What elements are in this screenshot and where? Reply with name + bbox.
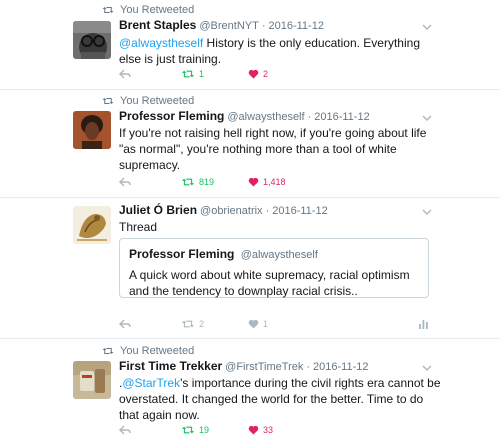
quoted-tweet-text: A quick word about white supremacy, raci… [129,268,410,298]
heart-icon [248,425,259,435]
display-name[interactable]: Brent Staples [119,18,196,32]
tweet-header: Brent Staples @BrentNYT · 2016-11-12 [119,18,324,34]
tweet-first-time-trekker[interactable]: You Retweeted First Time Trekker @FirstT… [0,339,500,437]
user-handle[interactable]: @obrienatrix [200,205,263,217]
chevron-down-icon[interactable] [422,364,432,372]
retweet-label: You Retweeted [120,345,195,357]
chevron-down-icon[interactable] [422,208,432,216]
tweet-text: Thread [119,220,158,234]
separator-dot: · [261,20,266,32]
reply-button[interactable] [119,175,131,189]
tweet-date[interactable]: 2016-11-12 [272,205,327,217]
tweet-header: Professor Fleming @alwaystheself · 2016-… [119,109,370,125]
tweet-date[interactable]: 2016-11-12 [314,111,369,123]
display-name[interactable]: Professor Fleming [119,109,224,123]
retweet-indicator: You Retweeted [102,344,194,358]
quoted-tweet-header: Professor Fleming @alwaystheself [129,247,318,261]
quoted-tweet[interactable]: Professor Fleming @alwaystheself A quick… [119,238,429,298]
avatar[interactable] [73,206,111,244]
retweet-label: You Retweeted [120,95,195,107]
retweet-indicator: You Retweeted [102,3,194,17]
chevron-down-icon[interactable] [422,114,432,122]
retweet-count: 819 [199,177,215,187]
retweet-icon [102,348,114,354]
tweet-actions: 819 1,418 [0,175,500,189]
retweet-label: You Retweeted [120,4,195,16]
retweet-icon [181,320,195,328]
quoted-user-handle: @alwaystheself [240,249,318,261]
display-name[interactable]: First Time Trekker [119,359,222,373]
retweet-icon [181,178,195,186]
avatar[interactable] [73,21,111,59]
tweet-brent-staples[interactable]: You Retweeted Brent Staples @BrentNYT · … [0,0,500,88]
like-button[interactable]: 2 [248,67,268,81]
tweet-actions: 1 2 [0,67,500,81]
like-count: 1 [263,319,269,329]
quoted-display-name: Professor Fleming [129,247,235,261]
user-handle[interactable]: @BrentNYT [199,20,258,32]
tweet-actions: 2 1 [0,317,500,331]
retweet-button[interactable]: 1 [181,67,204,81]
heart-icon [248,177,259,187]
reply-button[interactable] [119,317,131,331]
tweet-date[interactable]: 2016-11-12 [269,20,324,32]
tweet-header: Juliet Ó Brien @obrienatrix · 2016-11-12 [119,203,328,219]
reply-icon [119,177,131,187]
mention-link[interactable]: @StarTrek [122,376,180,390]
tweet-text: .@StarTrek's importance during the civil… [119,375,441,423]
heart-icon [248,319,259,329]
retweet-indicator: You Retweeted [102,94,194,108]
retweet-icon [102,98,114,104]
like-count: 2 [263,69,269,79]
tweet-juliet-obrien[interactable]: Juliet Ó Brien @obrienatrix · 2016-11-12… [0,198,500,338]
user-handle[interactable]: @FirstTimeTrek [225,361,303,373]
reply-button[interactable] [119,67,131,81]
separator-dot: · [306,361,311,373]
like-count: 1,418 [263,177,286,187]
tweet-text: @alwaystheself History is the only educa… [119,35,439,67]
display-name[interactable]: Juliet Ó Brien [119,203,197,217]
reply-button[interactable] [119,423,131,437]
like-button[interactable]: 1,418 [248,175,286,189]
tweet-text: If you're not raising hell right now, if… [119,126,427,172]
retweet-button[interactable]: 19 [181,423,209,437]
separator-dot: · [265,205,270,217]
retweet-button[interactable]: 819 [181,175,214,189]
analytics-button[interactable] [419,317,428,331]
retweet-icon [181,70,195,78]
retweet-count: 1 [199,69,205,79]
reply-icon [119,69,131,79]
avatar[interactable] [73,361,111,399]
like-count: 33 [263,425,274,435]
mention-link[interactable]: @alwaystheself [119,36,203,50]
tweet-actions: 19 33 [0,423,500,437]
tweet-header: First Time Trekker @FirstTimeTrek · 2016… [119,359,368,375]
retweet-button[interactable]: 2 [181,317,204,331]
reply-icon [119,425,131,435]
retweet-count: 2 [199,319,205,329]
like-button[interactable]: 33 [248,423,273,437]
tweet-professor-fleming[interactable]: You Retweeted Professor Fleming @alwayst… [0,90,500,197]
like-button[interactable]: 1 [248,317,268,331]
avatar[interactable] [73,111,111,149]
retweet-icon [102,7,114,13]
user-handle[interactable]: @alwaystheself [227,111,304,123]
separator-dot: · [307,111,312,123]
chevron-down-icon[interactable] [422,23,432,31]
reply-icon [119,319,131,329]
retweet-count: 19 [199,425,210,435]
heart-icon [248,69,259,79]
analytics-icon [419,320,428,329]
tweet-date[interactable]: 2016-11-12 [313,361,368,373]
retweet-icon [181,426,195,434]
